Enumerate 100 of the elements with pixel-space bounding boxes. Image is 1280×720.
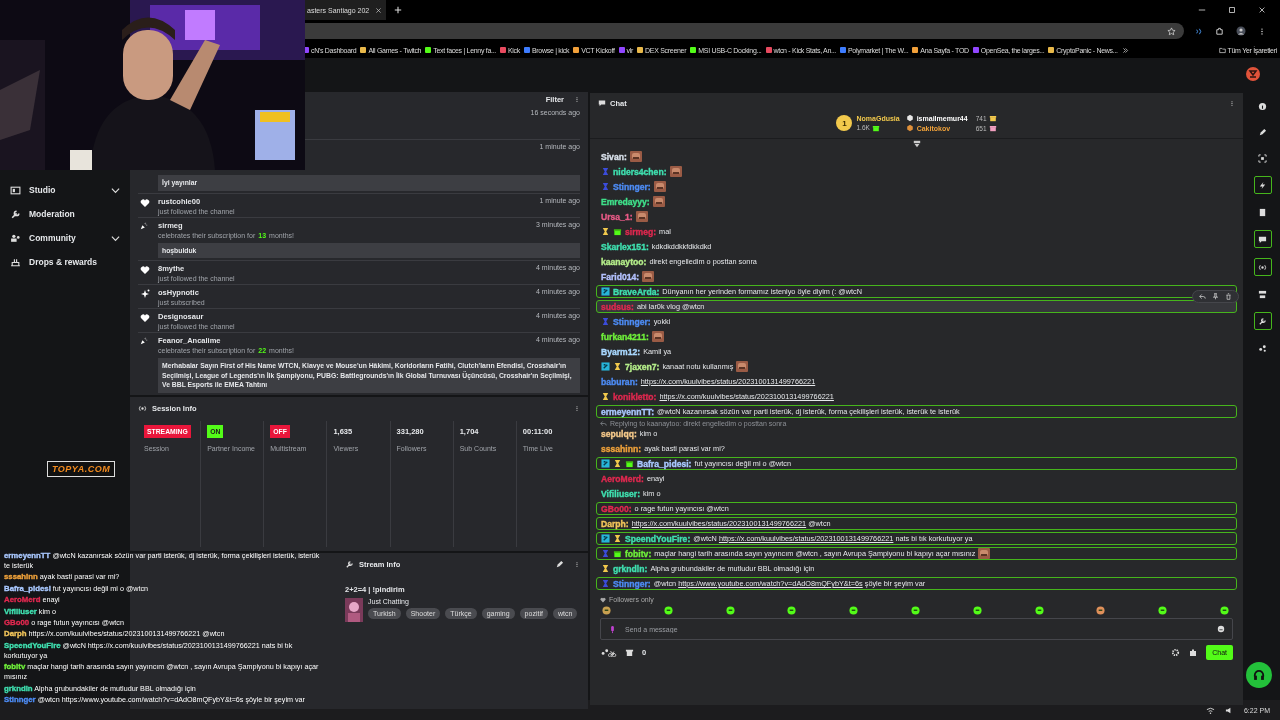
heart-icon <box>140 265 150 276</box>
reply-icon[interactable] <box>1199 293 1206 300</box>
chat-username[interactable]: ermeyennTT: <box>601 406 654 417</box>
document-icon[interactable] <box>1258 207 1267 217</box>
scan-icon[interactable] <box>1258 153 1267 163</box>
gift-icon <box>988 114 997 122</box>
pin-icon[interactable] <box>1212 293 1219 300</box>
gift-box-icon <box>10 256 21 268</box>
chat-username[interactable]: SpeendYouFire: <box>625 533 691 544</box>
info-icon[interactable] <box>1258 101 1267 111</box>
chat-username[interactable]: Byarm12: <box>601 346 641 357</box>
chat-username[interactable]: furkan4211: <box>601 331 649 342</box>
bolt-icon[interactable] <box>1258 180 1267 190</box>
chat-username[interactable]: sepulqq: <box>601 428 637 439</box>
emote-icon[interactable] <box>725 606 735 615</box>
favicon-icon <box>637 47 644 53</box>
pencil-icon[interactable] <box>1258 127 1267 137</box>
chat-username[interactable]: Sivan: <box>601 151 627 162</box>
chat-username[interactable]: Skarlex151: <box>601 241 649 252</box>
scroll-down-icon[interactable] <box>912 140 921 148</box>
emote-icon[interactable] <box>1096 606 1106 615</box>
emote-icon[interactable] <box>911 606 920 615</box>
chat-username[interactable]: baburan: <box>601 376 638 387</box>
chat-bubble-icon <box>598 99 606 107</box>
microphone-icon[interactable] <box>608 624 617 634</box>
party-popper-icon <box>140 221 148 230</box>
gift-icon <box>988 124 997 132</box>
star-icon[interactable] <box>1167 26 1176 36</box>
emoji-icon[interactable] <box>1217 625 1225 633</box>
logo-icon[interactable] <box>1246 67 1260 81</box>
chat-username[interactable]: niders4chen: <box>613 166 667 177</box>
rail-button[interactable] <box>1253 312 1272 330</box>
puzzle-icon[interactable] <box>1188 647 1199 658</box>
close-icon <box>375 6 383 14</box>
shield-badge-icon <box>601 459 610 468</box>
emote-icon[interactable] <box>663 606 673 615</box>
new-tab-icon[interactable] <box>394 6 403 14</box>
profile-avatar-icon[interactable] <box>1236 26 1246 36</box>
points-icon[interactable] <box>600 648 617 657</box>
chevrons-right-icon[interactable] <box>1121 46 1129 54</box>
rank-medal: 1 <box>836 115 853 131</box>
gift-icon <box>613 549 622 558</box>
chat-username[interactable]: Bafra_pidesi: <box>637 458 692 469</box>
sidebar-item[interactable]: Drops & rewards <box>0 252 130 272</box>
rail-button[interactable] <box>1253 176 1272 194</box>
chat-username[interactable]: Darph: <box>601 518 629 529</box>
chat-username[interactable]: 7jaxen7: <box>625 361 660 372</box>
wrench-icon[interactable] <box>1258 316 1267 326</box>
broadcast-icon[interactable] <box>1258 262 1267 272</box>
emote-icon[interactable] <box>1219 606 1229 615</box>
party-popper-icon <box>140 337 148 346</box>
chat-username[interactable]: Emredayyy: <box>601 196 650 207</box>
sound-wave-icon[interactable] <box>1194 26 1203 36</box>
favicon-icon <box>972 47 979 53</box>
gift-icon <box>613 227 622 236</box>
rail-button[interactable] <box>1253 230 1272 248</box>
pencil-icon[interactable] <box>555 559 564 569</box>
emote-icon[interactable] <box>972 606 982 615</box>
chat-username[interactable]: Vifiliuser: <box>601 488 640 499</box>
overlay-logo: TOPYA.COM <box>47 461 116 477</box>
emote-icon[interactable] <box>849 606 859 615</box>
hourglass-icon <box>601 227 610 236</box>
nodes-icon[interactable] <box>1258 343 1267 353</box>
favicon-icon <box>765 47 772 53</box>
restore-icon[interactable] <box>1228 6 1236 14</box>
settings-icon[interactable] <box>1171 648 1181 657</box>
chat-username[interactable]: Stinnger: <box>613 316 651 327</box>
sidebar-item[interactable]: Community <box>0 228 130 248</box>
wrench-icon <box>10 208 21 220</box>
favicon-icon <box>690 47 697 53</box>
layers-icon[interactable] <box>1258 289 1267 299</box>
emote-icon[interactable] <box>787 606 797 615</box>
emote-icon[interactable] <box>1034 606 1044 615</box>
chat-username[interactable]: BraveArda: <box>613 286 660 297</box>
hourglass-icon <box>613 459 622 468</box>
rail-button[interactable] <box>1253 258 1272 276</box>
chat-username[interactable]: Stinnger: <box>613 578 651 589</box>
chat-username[interactable]: Stinnger: <box>613 181 651 192</box>
gift-icon <box>871 123 880 132</box>
favicon-icon <box>499 47 506 53</box>
puzzle-icon[interactable] <box>1215 26 1224 36</box>
sidebar-item[interactable]: Studio <box>0 180 130 200</box>
chat-username[interactable]: kaanaytoo: <box>601 256 647 267</box>
trash-icon[interactable] <box>1225 293 1232 300</box>
favicon-icon <box>912 47 919 53</box>
minimize-icon[interactable] <box>1198 6 1206 14</box>
favicon-icon <box>523 47 530 53</box>
store-icon[interactable] <box>625 648 634 657</box>
chat-bubble-icon[interactable] <box>1258 234 1267 244</box>
chat-username[interactable]: Ursa_1: <box>601 211 633 222</box>
emote-icon[interactable] <box>1158 606 1168 615</box>
chat-username[interactable]: sssahinn: <box>601 443 642 454</box>
kebab-menu-icon[interactable] <box>1258 26 1266 36</box>
wrench-icon <box>345 559 354 569</box>
chat-username[interactable]: grkndln: <box>613 563 648 574</box>
chat-username[interactable]: fobitv: <box>625 548 652 559</box>
chat-username[interactable]: Farid014: <box>601 271 640 282</box>
emote-icon[interactable] <box>602 606 611 615</box>
close-icon[interactable] <box>1258 6 1266 14</box>
sidebar-item[interactable]: Moderation <box>0 204 130 224</box>
